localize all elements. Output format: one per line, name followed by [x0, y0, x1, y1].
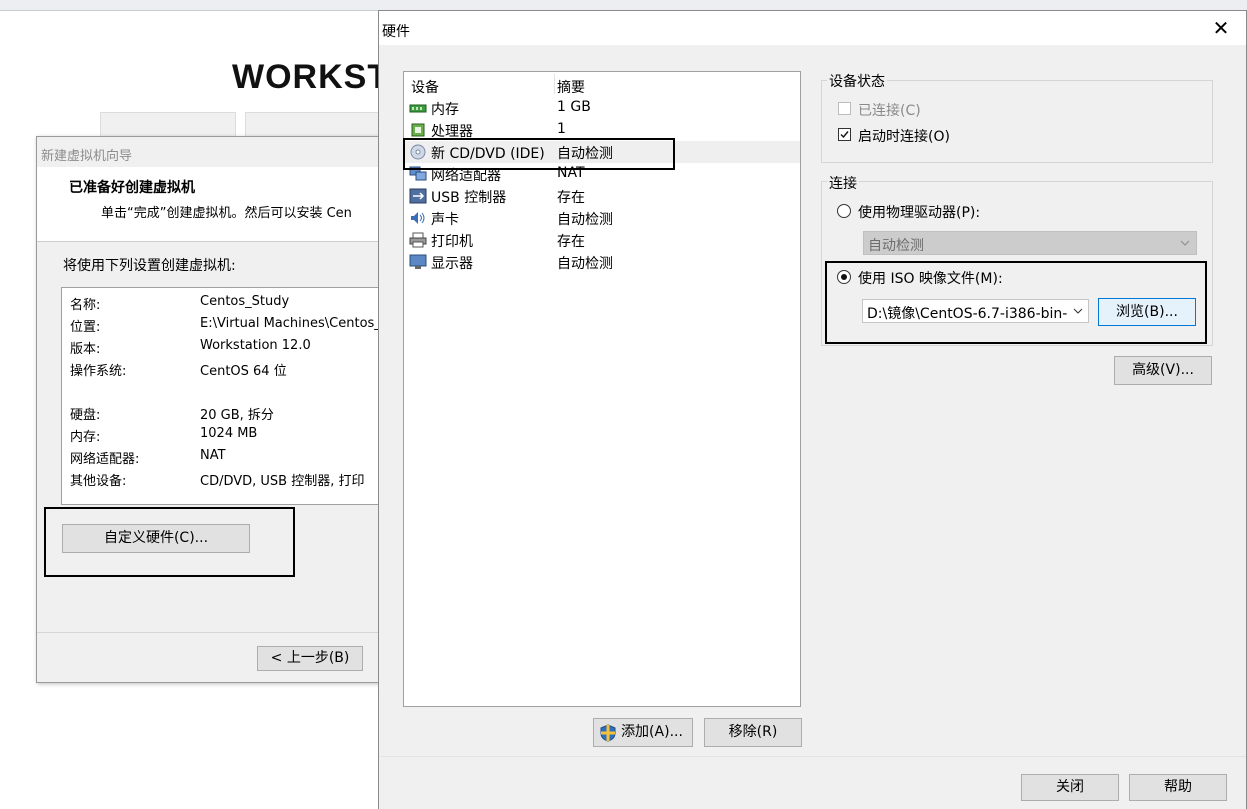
device-name: 显示器 — [431, 256, 473, 272]
dialog-titlebar: 硬件 ✕ — [379, 11, 1246, 45]
wizard-footer-divider — [37, 632, 381, 633]
device-row-printer[interactable]: 打印机 存在 — [404, 229, 800, 251]
summary-value: Workstation 12.0 — [200, 338, 311, 353]
wizard-header: 已准备好创建虚拟机 单击“完成”创建虚拟机。然后可以安装 Cen — [37, 167, 381, 242]
help-button[interactable]: 帮助 — [1129, 774, 1227, 801]
summary-label: 网络适配器: — [70, 452, 140, 467]
device-status-label: 设备状态 — [827, 71, 887, 91]
wizard-title: 新建虚拟机向导 — [41, 149, 133, 164]
wizard-heading: 已准备好创建虚拟机 — [69, 180, 195, 196]
memory-icon — [409, 104, 427, 113]
column-header-device[interactable]: 设备 — [411, 77, 439, 97]
connected-checkbox — [838, 102, 851, 115]
summary-value: 1024 MB — [200, 426, 258, 441]
summary-value: Centos_Study — [200, 294, 290, 309]
summary-value: 20 GB, 拆分 — [200, 408, 274, 423]
remove-button[interactable]: 移除(R) — [704, 718, 802, 747]
summary-label: 名称: — [70, 298, 101, 313]
device-row-memory[interactable]: 内存 1 GB — [404, 97, 800, 119]
close-icon[interactable]: ✕ — [1207, 16, 1235, 40]
summary-label: 内存: — [70, 430, 101, 445]
annotation-highlight-box — [44, 507, 295, 577]
settings-summary: 名称: Centos_Study 位置: E:\Virtual Machines… — [61, 287, 383, 505]
column-header-summary[interactable]: 摘要 — [557, 77, 585, 97]
physical-drive-select-value: 自动检测 — [868, 238, 924, 254]
device-summary: 1 — [557, 121, 566, 137]
hardware-dialog: 硬件 ✕ 设备 摘要 内存 1 GB 处理器 1 新 CD/DVD (IDE) … — [378, 10, 1247, 809]
physical-drive-select: 自动检测 — [863, 231, 1197, 255]
device-name: 打印机 — [431, 234, 473, 250]
device-summary: 1 GB — [557, 99, 591, 115]
physical-drive-radio[interactable] — [837, 204, 851, 218]
connect-at-power-on-label[interactable]: 启动时连接(O) — [858, 126, 950, 146]
device-summary: 自动检测 — [557, 256, 613, 272]
device-name: 内存 — [431, 102, 459, 118]
device-name: 声卡 — [431, 212, 459, 228]
summary-label: 其他设备: — [70, 474, 127, 489]
annotation-highlight-box — [403, 138, 675, 170]
device-status-group — [821, 80, 1213, 163]
summary-label: 位置: — [70, 320, 101, 335]
device-summary: 存在 — [557, 234, 585, 250]
summary-value: NAT — [200, 448, 226, 463]
device-row-display[interactable]: 显示器 自动检测 — [404, 251, 800, 273]
physical-drive-label[interactable]: 使用物理驱动器(P): — [858, 202, 980, 222]
advanced-button[interactable]: 高级(V)... — [1114, 356, 1212, 385]
summary-label: 操作系统: — [70, 364, 127, 379]
sound-card-icon — [411, 212, 425, 224]
printer-icon — [409, 232, 427, 248]
connect-at-power-on-checkbox[interactable] — [838, 128, 851, 141]
processor-icon — [411, 123, 425, 137]
column-divider — [554, 74, 555, 94]
summary-label: 硬盘: — [70, 408, 101, 423]
checkmark-icon — [840, 131, 849, 139]
device-summary: 存在 — [557, 190, 585, 206]
device-row-usb[interactable]: USB 控制器 存在 — [404, 185, 800, 207]
annotation-highlight-box — [825, 261, 1207, 344]
summary-value: CentOS 64 位 — [200, 364, 287, 379]
connection-label: 连接 — [827, 173, 859, 193]
connected-label: 已连接(C) — [858, 103, 921, 119]
back-button[interactable]: < 上一步(B) — [257, 646, 363, 671]
wizard-intro: 将使用下列设置创建虚拟机: — [63, 258, 236, 274]
device-summary: 自动检测 — [557, 212, 613, 228]
dialog-title: 硬件 — [382, 24, 410, 40]
chevron-down-icon — [1180, 240, 1190, 246]
device-name: USB 控制器 — [431, 190, 507, 206]
usb-icon — [409, 188, 427, 204]
shield-icon — [600, 724, 616, 742]
workstation-logo-text: WORKST — [232, 58, 390, 96]
device-row-sound-card[interactable]: 声卡 自动检测 — [404, 207, 800, 229]
summary-value: CD/DVD, USB 控制器, 打印 — [200, 474, 365, 489]
summary-value: E:\Virtual Machines\Centos_ — [200, 316, 381, 331]
display-icon — [409, 254, 427, 269]
close-button[interactable]: 关闭 — [1021, 774, 1119, 801]
add-button[interactable]: 添加(A)... — [593, 718, 693, 747]
summary-label: 版本: — [70, 342, 101, 357]
new-vm-wizard: 新建虚拟机向导 已准备好创建虚拟机 单击“完成”创建虚拟机。然后可以安装 Cen… — [36, 136, 383, 683]
wizard-subheading: 单击“完成”创建虚拟机。然后可以安装 Cen — [101, 206, 352, 221]
